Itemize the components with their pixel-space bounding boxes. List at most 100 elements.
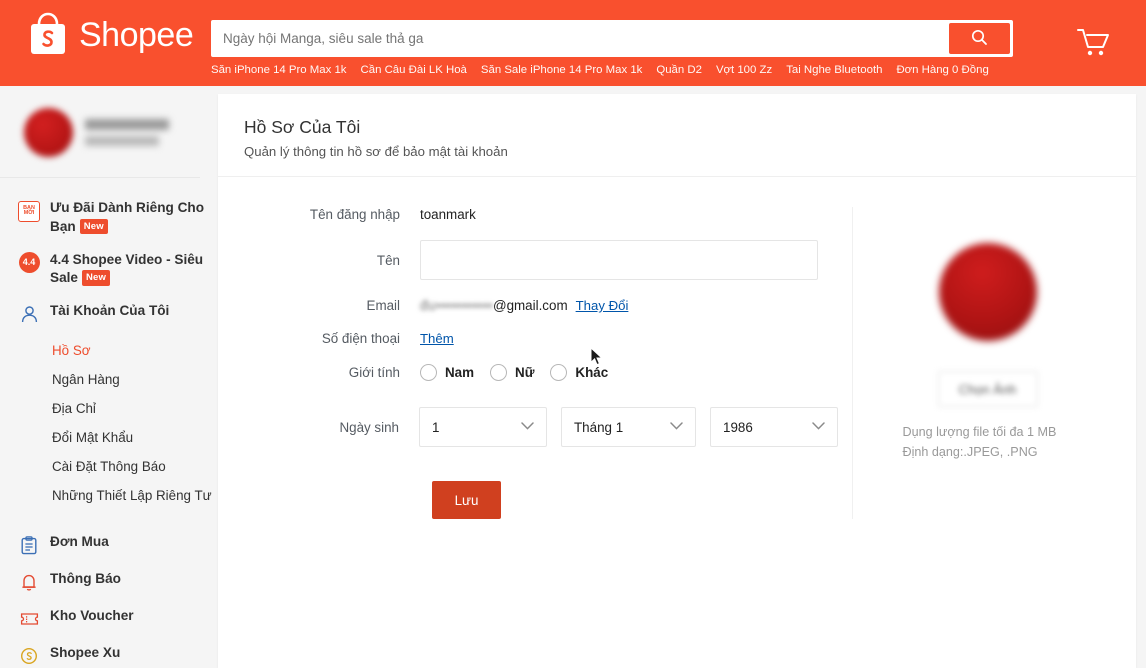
avatar-hint: Dụng lượng file tối đa 1 MB Định dạng:.J… [903, 423, 1073, 462]
name-label: Tên [376, 252, 400, 268]
sidebar-item-label: 4.4 Shopee Video - Siêu Sale New [50, 251, 204, 289]
shopee-bag-icon [26, 12, 70, 58]
panel-body: Tên đăng nhập toanmark Tên Email đu •••••… [218, 177, 1136, 519]
hot-keyword[interactable]: Săn Sale iPhone 14 Pro Max 1k [481, 64, 642, 76]
new-badge: New [81, 270, 111, 286]
sidebar-item-label: Shopee Xu [50, 645, 121, 660]
ban-moi-line2: MỚI [23, 210, 35, 216]
hot-keyword[interactable]: Quần D2 [656, 64, 702, 76]
sidebar-item-ho-so[interactable]: Hồ Sơ [0, 336, 218, 365]
gender-option-label: Nữ [515, 365, 535, 380]
person-icon [18, 303, 40, 325]
four-four-text: 4.4 [18, 252, 40, 273]
profile-form: Tên đăng nhập toanmark Tên Email đu •••••… [218, 207, 838, 519]
sidebar-item-kho-voucher[interactable]: Kho Voucher [0, 600, 218, 637]
search-button[interactable] [949, 23, 1010, 54]
sidebar-item-thong-bao[interactable]: Thông Báo [0, 563, 218, 600]
search-input[interactable] [213, 22, 949, 55]
voucher-ticket-icon [18, 608, 40, 630]
birthday-month-select[interactable]: Tháng 1 [561, 407, 696, 447]
profile-meta [85, 119, 169, 146]
shopee-profile-page: Shopee Săn iPhone 14 Pro Max 1k Cần Câu … [0, 0, 1146, 668]
chevron-down-icon [521, 421, 534, 433]
gender-option-nu[interactable]: Nữ [490, 364, 534, 381]
row-phone: Số điện thoại Thêm [230, 331, 838, 346]
sidebar-item-rieng-tu[interactable]: Những Thiết Lập Riêng Tư [0, 481, 218, 510]
birthday-month-value: Tháng 1 [574, 419, 624, 435]
email-masked-prefix: đu [420, 298, 436, 313]
sidebar-item-label: Tài Khoản Của Tôi [50, 303, 170, 318]
sidebar-bottom-menu: Đơn Mua Thông Báo Kho Voucher Shopee Xu [0, 526, 218, 668]
gender-option-label: Khác [575, 365, 609, 380]
chevron-down-icon [670, 421, 683, 433]
sidebar-item-dia-chi[interactable]: Địa Chỉ [0, 394, 218, 423]
avatar [24, 108, 73, 157]
profile-panel: Hồ Sơ Của Tôi Quản lý thông tin hồ sơ để… [218, 94, 1136, 668]
phone-add-link[interactable]: Thêm [420, 331, 454, 346]
shopping-cart-icon [1076, 29, 1110, 62]
sidebar-item-cai-dat-thong-bao[interactable]: Cài Đặt Thông Báo [0, 452, 218, 481]
hot-keyword[interactable]: Vợt 100 Zz [716, 64, 772, 76]
birthday-year-select[interactable]: 1986 [710, 407, 838, 447]
sidebar-item-label: Kho Voucher [50, 608, 134, 623]
name-input[interactable] [420, 240, 818, 280]
radio-icon[interactable] [490, 364, 508, 381]
sidebar-item-text: 4.4 Shopee Video - Siêu Sale [50, 251, 204, 286]
hot-keyword[interactable]: Cần Câu Đài LK Hoà [361, 64, 467, 76]
sidebar-item-shopee-xu[interactable]: Shopee Xu [0, 637, 218, 668]
radio-icon[interactable] [420, 364, 437, 381]
ban-moi-badge-icon: BẠN MỚI [18, 200, 40, 222]
profile-edit-link[interactable] [85, 136, 159, 146]
username-value: toanmark [420, 207, 476, 222]
bell-icon [18, 571, 40, 593]
sidebar-item-label: Đơn Mua [50, 534, 109, 549]
clipboard-icon [18, 534, 40, 556]
gender-label: Giới tính [348, 365, 400, 380]
sidebar-submenu: Hồ Sơ Ngân Hàng Địa Chỉ Đổi Mật Khẩu Cài… [0, 332, 218, 518]
panel-header: Hồ Sơ Của Tôi Quản lý thông tin hồ sơ để… [218, 94, 1136, 177]
birthday-year-value: 1986 [723, 419, 753, 435]
sidebar: BẠN MỚI Ưu Đãi Dành Riêng Cho Bạn New 4.4… [0, 86, 218, 668]
avatar-hint-line1: Dụng lượng file tối đa 1 MB [902, 425, 1057, 439]
profile-avatar-preview [938, 243, 1037, 341]
email-masked-stars: ••••••••••• [435, 298, 493, 313]
sidebar-item-doi-mat-khau[interactable]: Đổi Mật Khẩu [0, 423, 218, 452]
row-birthday: Ngày sinh 1 Tháng 1 1986 [230, 407, 838, 447]
sidebar-item-ngan-hang[interactable]: Ngân Hàng [0, 365, 218, 394]
hot-keyword[interactable]: Đơn Hàng 0 Đồng [896, 64, 988, 76]
birthday-selects: 1 Tháng 1 1986 [419, 407, 838, 447]
gender-option-nam[interactable]: Nam [420, 364, 474, 381]
gender-radio-group: Nam Nữ Khác [420, 364, 608, 381]
row-email: Email đu ••••••••••• @gmail.com Thay Đổi [230, 298, 838, 313]
birthday-day-select[interactable]: 1 [419, 407, 547, 447]
profile-username [85, 119, 169, 130]
page-subtitle: Quản lý thông tin hồ sơ để bảo mật tài k… [244, 144, 508, 159]
sidebar-item-uu-dai[interactable]: BẠN MỚI Ưu Đãi Dành Riêng Cho Bạn New [0, 192, 218, 244]
search-icon [971, 29, 988, 49]
radio-icon[interactable] [550, 364, 568, 381]
search-bar[interactable] [211, 20, 1013, 57]
page-title: Hồ Sơ Của Tôi [244, 117, 361, 137]
sidebar-item-shopee-video[interactable]: 4.4 4.4 Shopee Video - Siêu Sale New [0, 244, 218, 296]
sidebar-menu: BẠN MỚI Ưu Đãi Dành Riêng Cho Bạn New 4.4… [0, 178, 218, 668]
sidebar-item-tai-khoan[interactable]: Tài Khoản Của Tôi [0, 295, 218, 332]
avatar-panel: Chọn Ảnh Dụng lượng file tối đa 1 MB Địn… [852, 207, 1122, 519]
choose-image-button[interactable]: Chọn Ảnh [937, 371, 1038, 407]
phone-label: Số điện thoại [321, 331, 400, 346]
mouse-pointer-icon [590, 346, 604, 367]
hot-keyword[interactable]: Săn iPhone 14 Pro Max 1k [211, 64, 347, 76]
chevron-down-icon [812, 421, 825, 433]
gender-option-label: Nam [445, 365, 475, 380]
birthday-label: Ngày sinh [339, 419, 399, 435]
username-label: Tên đăng nhập [309, 207, 400, 222]
shopee-logo[interactable]: Shopee [26, 12, 194, 58]
sidebar-item-don-mua[interactable]: Đơn Mua [0, 526, 218, 563]
email-change-link[interactable]: Thay Đổi [576, 298, 629, 313]
email-value: đu ••••••••••• @gmail.com Thay Đổi [420, 298, 628, 313]
save-button[interactable]: Lưu [432, 481, 501, 519]
hot-keyword[interactable]: Tai Nghe Bluetooth [786, 64, 882, 76]
avatar-hint-line2: Định dạng:.JPEG, .PNG [902, 444, 1038, 459]
sidebar-item-label: Ưu Đãi Dành Riêng Cho Bạn New [50, 199, 204, 237]
cart-button[interactable] [1076, 26, 1110, 60]
sidebar-profile[interactable] [0, 86, 200, 178]
